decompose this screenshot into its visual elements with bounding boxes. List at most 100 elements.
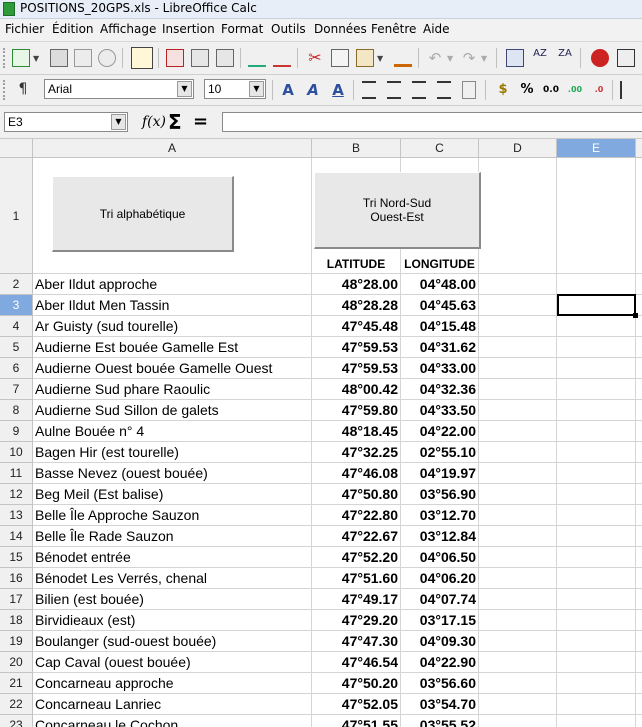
row-header[interactable]: 22 [0, 694, 33, 715]
row-header[interactable]: 12 [0, 484, 33, 505]
email-icon[interactable] [98, 49, 116, 67]
menu-fichier[interactable]: Fichier [5, 22, 44, 36]
edit-mode-icon[interactable] [131, 47, 153, 69]
sum-icon[interactable]: Σ [168, 110, 182, 134]
latitude-cell[interactable]: 47°59.53 [312, 337, 401, 358]
menu-fenetre[interactable]: Fenêtre [371, 22, 416, 36]
latitude-cell[interactable]: 47°46.08 [312, 463, 401, 484]
column-header-e[interactable]: E [557, 139, 636, 158]
place-name-cell[interactable]: Concarneau le Cochon [33, 715, 312, 727]
menu-insertion[interactable]: Insertion [162, 22, 215, 36]
place-name-cell[interactable]: Beg Meil (Est balise) [33, 484, 312, 505]
cell-f16[interactable] [636, 568, 642, 589]
cell-d15[interactable] [479, 547, 557, 568]
cell-d7[interactable] [479, 379, 557, 400]
undo-icon[interactable]: ↶ [426, 49, 444, 67]
cell-e23[interactable] [557, 715, 636, 727]
longitude-cell[interactable]: 04°15.48 [401, 316, 479, 337]
save-icon[interactable] [74, 49, 92, 67]
latitude-cell[interactable]: 47°29.20 [312, 610, 401, 631]
chevron-down-icon[interactable]: ▼ [481, 54, 488, 63]
row-header[interactable]: 14 [0, 526, 33, 547]
sort-alphabetical-button[interactable]: Tri alphabétique [52, 176, 234, 252]
longitude-cell[interactable]: 04°32.36 [401, 379, 479, 400]
align-left-icon[interactable] [362, 81, 376, 99]
cell-e7[interactable] [557, 379, 636, 400]
currency-format-icon[interactable]: $ [494, 81, 512, 99]
cell-f17[interactable] [636, 589, 642, 610]
longitude-cell[interactable]: 04°06.50 [401, 547, 479, 568]
longitude-cell[interactable]: 04°31.62 [401, 337, 479, 358]
paste-icon[interactable] [356, 49, 374, 67]
cell-d4[interactable] [479, 316, 557, 337]
menu-edition[interactable]: Édition [52, 22, 94, 36]
latitude-cell[interactable]: 48°00.42 [312, 379, 401, 400]
place-name-cell[interactable]: Ar Guisty (sud tourelle) [33, 316, 312, 337]
row-header[interactable]: 21 [0, 673, 33, 694]
column-header-f[interactable] [636, 139, 642, 158]
sort-north-south-button[interactable]: Tri Nord-Sud Ouest-Est [314, 172, 481, 249]
cell-d9[interactable] [479, 421, 557, 442]
place-name-cell[interactable]: Belle Île Approche Sauzon [33, 505, 312, 526]
percent-format-icon[interactable]: % [518, 81, 536, 99]
cut-icon[interactable]: ✂ [306, 49, 324, 67]
longitude-cell[interactable]: 04°33.50 [401, 400, 479, 421]
cell-d14[interactable] [479, 526, 557, 547]
place-name-cell[interactable]: Audierne Sud phare Raoulic [33, 379, 312, 400]
bold-icon[interactable]: A [279, 81, 297, 99]
insert-chart-icon[interactable] [591, 49, 609, 67]
row-header[interactable]: 20 [0, 652, 33, 673]
latitude-cell[interactable]: 47°52.20 [312, 547, 401, 568]
latitude-cell[interactable]: 48°28.28 [312, 295, 401, 316]
cell-e10[interactable] [557, 442, 636, 463]
row-header[interactable]: 2 [0, 274, 33, 295]
column-header-d[interactable]: D [479, 139, 557, 158]
menu-donnees[interactable]: Données [314, 22, 367, 36]
cell-d10[interactable] [479, 442, 557, 463]
chevron-down-icon[interactable]: ▼ [447, 54, 454, 63]
cell-f13[interactable] [636, 505, 642, 526]
latitude-cell[interactable]: 47°22.80 [312, 505, 401, 526]
cell-f7[interactable] [636, 379, 642, 400]
longitude-cell[interactable]: 04°19.97 [401, 463, 479, 484]
menu-format[interactable]: Format [221, 22, 263, 36]
add-decimal-icon[interactable]: .00 [566, 81, 584, 99]
cell-e21[interactable] [557, 673, 636, 694]
align-right-icon[interactable] [412, 81, 426, 99]
cell-f4[interactable] [636, 316, 642, 337]
cell-e15[interactable] [557, 547, 636, 568]
cell-e11[interactable] [557, 463, 636, 484]
place-name-cell[interactable]: Audierne Est bouée Gamelle Est [33, 337, 312, 358]
cell-d6[interactable] [479, 358, 557, 379]
longitude-cell[interactable]: 02°55.10 [401, 442, 479, 463]
place-name-cell[interactable]: Boulanger (sud-ouest bouée) [33, 631, 312, 652]
longitude-cell[interactable]: 04°07.74 [401, 589, 479, 610]
row-header[interactable]: 23 [0, 715, 33, 727]
cell-e9[interactable] [557, 421, 636, 442]
cell-e13[interactable] [557, 505, 636, 526]
cell-d20[interactable] [479, 652, 557, 673]
cell-e20[interactable] [557, 652, 636, 673]
row-header[interactable]: 15 [0, 547, 33, 568]
latitude-cell[interactable]: 48°28.00 [312, 274, 401, 295]
longitude-cell[interactable]: 04°06.20 [401, 568, 479, 589]
formula-input[interactable] [222, 112, 642, 132]
align-center-icon[interactable] [387, 81, 401, 99]
cell-e1[interactable] [557, 158, 636, 274]
place-name-cell[interactable]: Birvidieaux (est) [33, 610, 312, 631]
cell-d3[interactable] [479, 295, 557, 316]
draw-functions-icon[interactable] [617, 49, 635, 67]
cell-e2[interactable] [557, 274, 636, 295]
cell-e17[interactable] [557, 589, 636, 610]
cell-d16[interactable] [479, 568, 557, 589]
cell-f19[interactable] [636, 631, 642, 652]
copy-icon[interactable] [331, 49, 349, 67]
new-document-icon[interactable] [12, 49, 30, 67]
place-name-cell[interactable]: Cap Caval (ouest bouée) [33, 652, 312, 673]
row-header[interactable]: 1 [0, 158, 33, 274]
function-wizard-icon[interactable]: f(x) [142, 114, 166, 130]
latitude-cell[interactable]: 47°50.20 [312, 673, 401, 694]
place-name-cell[interactable]: Belle Île Rade Sauzon [33, 526, 312, 547]
cell-f12[interactable] [636, 484, 642, 505]
cell-cursor[interactable] [557, 294, 638, 318]
